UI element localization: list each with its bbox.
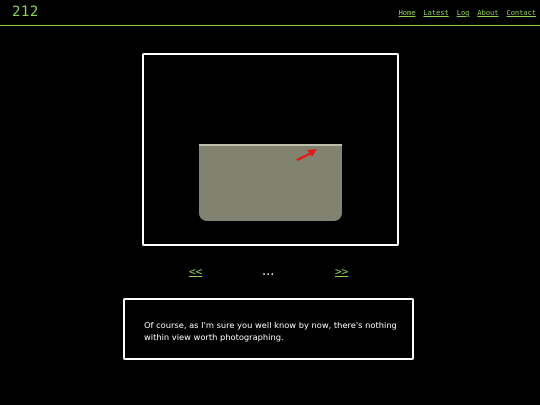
nav-latest-link[interactable]: Latest — [423, 9, 448, 17]
nav-home-link[interactable]: Home — [399, 9, 416, 17]
image-frame — [142, 53, 399, 246]
site-header: 212 Home Latest Log About Contact — [0, 0, 540, 26]
nav-contact-link[interactable]: Contact — [506, 9, 536, 17]
loading-ellipsis: ... — [262, 264, 275, 279]
nav-log-link[interactable]: Log — [457, 9, 470, 17]
red-arrow-icon — [296, 149, 317, 161]
caption-box: Of course, as I'm sure you well know by … — [123, 298, 414, 360]
nav-about-link[interactable]: About — [477, 9, 498, 17]
site-title[interactable]: 212 — [12, 4, 39, 20]
main-nav: Home Latest Log About Contact — [399, 9, 536, 17]
caption-text: Of course, as I'm sure you well know by … — [144, 320, 397, 342]
prev-page-link[interactable]: << — [189, 265, 202, 278]
scene-image — [199, 144, 342, 221]
next-page-link[interactable]: >> — [335, 265, 348, 278]
